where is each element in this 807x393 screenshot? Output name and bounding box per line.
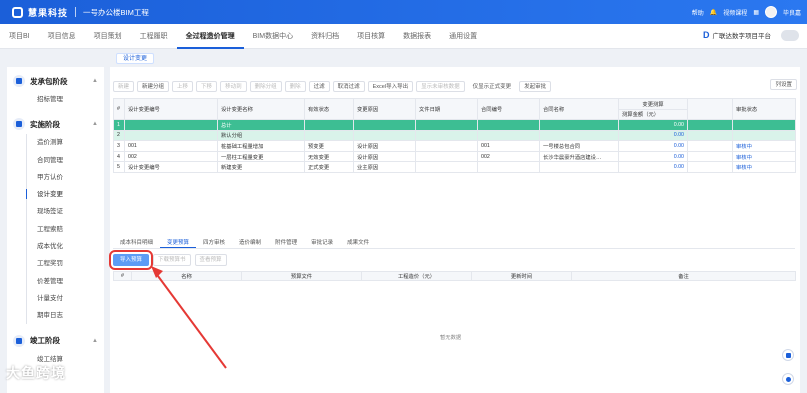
sidebar-item-bidding[interactable]: 招标管理 xyxy=(7,91,104,108)
nav-item-cost[interactable]: 全过程造价管理 xyxy=(176,24,244,49)
top-bar: 慧果科技 一号办公楼BIM工程 帮助 🔔 视频课程 ▦ 毕良嘉 xyxy=(0,0,807,24)
tab-result-files[interactable]: 成果文件 xyxy=(340,238,376,248)
tab-approval-records[interactable]: 审批记录 xyxy=(304,238,340,248)
start-approval-button[interactable]: 发起审批 xyxy=(519,80,552,92)
empty-state: 暂无数据 xyxy=(440,335,462,341)
hidden-col xyxy=(687,98,733,120)
help-link[interactable]: 帮助 xyxy=(692,8,704,17)
grid-icon[interactable]: ▦ xyxy=(753,9,759,16)
nav-item-accounting[interactable]: 项目核算 xyxy=(348,24,394,49)
divider xyxy=(75,7,77,17)
sidebar-item-price-confirm[interactable]: 甲方认价 xyxy=(7,169,104,186)
nav-item-settings[interactable]: 通用设置 xyxy=(440,24,486,49)
sidebar-group-contract[interactable]: 发承包阶段 ▲ xyxy=(7,71,104,91)
sidebar-group-completion[interactable]: 竣工阶段 ▲ xyxy=(7,331,104,351)
completion-icon xyxy=(13,334,25,347)
table-row[interactable]: 4 002 一层柱工程量变更 无效变更 设计原因 002 长沙华晨豪升酒店建设… 0.00 审核… xyxy=(113,150,796,163)
budget-table: # 名称 预算文件 工程造价（元） 更新时间 备注 xyxy=(113,271,796,281)
logo[interactable]: 慧果科技 xyxy=(12,6,68,19)
project-name[interactable]: 一号办公楼BIM工程 xyxy=(83,7,149,18)
nav-item-report[interactable]: 数据报表 xyxy=(394,24,440,49)
table-row[interactable]: 3 001 桩基础工程量增加 预变更 设计原因 001 一号楼总包合同 0.00 审核中 xyxy=(113,140,796,152)
table-header-row: # 设计变更编号 设计变更名称 有效状态 变更原因 文件日期 合同编号 合同名称… xyxy=(113,98,796,120)
breadcrumb: 设计变更 xyxy=(0,50,807,66)
move-down-button[interactable]: 下移 xyxy=(196,80,218,92)
new-button[interactable]: 新建 xyxy=(113,80,135,92)
sidebar-item-design-change[interactable]: 设计变更 xyxy=(7,186,104,203)
platform-label[interactable]: D 广联达数字项目平台 xyxy=(703,30,771,40)
logo-icon xyxy=(12,6,23,18)
delete-group-button[interactable]: 删除分组 xyxy=(249,80,282,92)
chevron-up-icon: ▲ xyxy=(92,337,98,344)
filter-button[interactable]: 过滤 xyxy=(308,80,330,92)
sidebar-item-contract[interactable]: 合同管理 xyxy=(7,152,104,169)
main-panel: 新建 新建分组 上移 下移 移动到 删除分组 删除 过滤 取消过滤 Excel导… xyxy=(108,67,800,393)
sidebar-item-estimate[interactable]: 造价测算 xyxy=(7,134,104,151)
sidebar-item-audit-log[interactable]: 期审日志 xyxy=(7,307,104,324)
change-table: # 设计变更编号 设计变更名称 有效状态 变更原因 文件日期 合同编号 合同名称… xyxy=(113,98,796,173)
table-row[interactable]: 2 默认分组 0.00 xyxy=(113,129,796,142)
tab-cost-compile[interactable]: 造价编制 xyxy=(232,238,268,248)
sidebar-item-site-visa[interactable]: 现场签证 xyxy=(7,203,104,220)
cancel-filter-button[interactable]: 取消过滤 xyxy=(332,80,365,92)
lower-toolbar: 导入预算 下载预算书 查看预算 xyxy=(108,250,227,270)
new-group-button[interactable]: 新建分组 xyxy=(137,80,170,92)
nav-item-bi[interactable]: 项目BI xyxy=(0,24,39,49)
nav-item-bim[interactable]: BIM数据中心 xyxy=(244,24,302,49)
tab-change-budget[interactable]: 变更预算 xyxy=(160,238,197,248)
nav-item-info[interactable]: 项目信息 xyxy=(39,24,85,49)
main-nav: 项目BI 项目信息 项目策划 工程履职 全过程造价管理 BIM数据中心 资料归档… xyxy=(0,24,807,49)
sidebar-item-claim[interactable]: 工程索赔 xyxy=(7,221,104,238)
tutorial-link[interactable]: 视频课程 xyxy=(723,8,747,17)
brand-name: 慧果科技 xyxy=(28,7,69,18)
bell-icon[interactable]: 🔔 xyxy=(710,9,717,16)
tab-four-party[interactable]: 四方审核 xyxy=(196,238,232,248)
nav-item-archive[interactable]: 资料归档 xyxy=(302,24,348,49)
move-up-button[interactable]: 上移 xyxy=(172,80,194,92)
table-row[interactable]: 1 总计 0.00 xyxy=(113,119,796,131)
column-settings-button[interactable]: 列设置 xyxy=(770,79,797,90)
implementation-icon xyxy=(13,118,25,131)
sidebar: 发承包阶段 ▲ 招标管理 实施阶段 ▲ 造价测算 合同管理 甲方认价 设计变更 现场… xyxy=(7,67,104,393)
tab-attachments[interactable]: 附件管理 xyxy=(268,238,304,248)
avatar[interactable] xyxy=(764,6,777,18)
user-name[interactable]: 毕良嘉 xyxy=(783,8,801,17)
platform-logo-icon: D xyxy=(703,30,710,40)
chevron-up-icon: ▲ xyxy=(92,78,98,84)
nav-item-plan[interactable]: 项目策划 xyxy=(85,24,131,49)
sidebar-item-reward[interactable]: 工程奖罚 xyxy=(7,255,104,272)
sidebar-item-payment[interactable]: 计量支付 xyxy=(7,290,104,307)
table-row[interactable]: 5 设计变更编号 新建变更 正式变更 业主原因 0.00 审核中 xyxy=(113,161,796,173)
view-budget-button[interactable]: 查看预算 xyxy=(194,254,227,266)
location-icon[interactable] xyxy=(782,373,794,385)
chevron-up-icon: ▲ xyxy=(92,121,98,128)
only-formal-checkbox[interactable]: 仅显示正式变更 xyxy=(467,80,517,92)
download-budget-button[interactable]: 下载预算书 xyxy=(153,254,191,266)
toggle-switch[interactable] xyxy=(781,30,799,41)
table-header-row: # 名称 预算文件 工程造价（元） 更新时间 备注 xyxy=(113,271,796,281)
delete-button[interactable]: 删除 xyxy=(284,80,306,92)
lower-tabs: 成本科目明细 变更预算 四方审核 造价编制 附件管理 审批记录 成果文件 xyxy=(113,238,795,249)
sidebar-item-cost-opt[interactable]: 成本优化 xyxy=(7,238,104,255)
chat-icon[interactable] xyxy=(782,349,794,361)
import-budget-button[interactable]: 导入预算 xyxy=(108,250,154,270)
show-unaudited-button[interactable]: 显示未审核数据 xyxy=(416,80,465,92)
contract-icon xyxy=(13,75,25,87)
nav-item-duty[interactable]: 工程履职 xyxy=(131,24,177,49)
tab-cost-items[interactable]: 成本科目明细 xyxy=(113,238,160,248)
watermark: 大鱼跨境 xyxy=(6,365,66,381)
toolbar: 新建 新建分组 上移 下移 移动到 删除分组 删除 过滤 取消过滤 Excel导… xyxy=(113,79,795,93)
sidebar-item-price-diff[interactable]: 价差管理 xyxy=(7,273,104,290)
excel-import-export-button[interactable]: Excel导入导出 xyxy=(367,80,414,92)
breadcrumb-tab[interactable]: 设计变更 xyxy=(116,53,155,64)
move-to-button[interactable]: 移动到 xyxy=(220,80,247,92)
sidebar-group-implementation[interactable]: 实施阶段 ▲ xyxy=(7,114,104,134)
